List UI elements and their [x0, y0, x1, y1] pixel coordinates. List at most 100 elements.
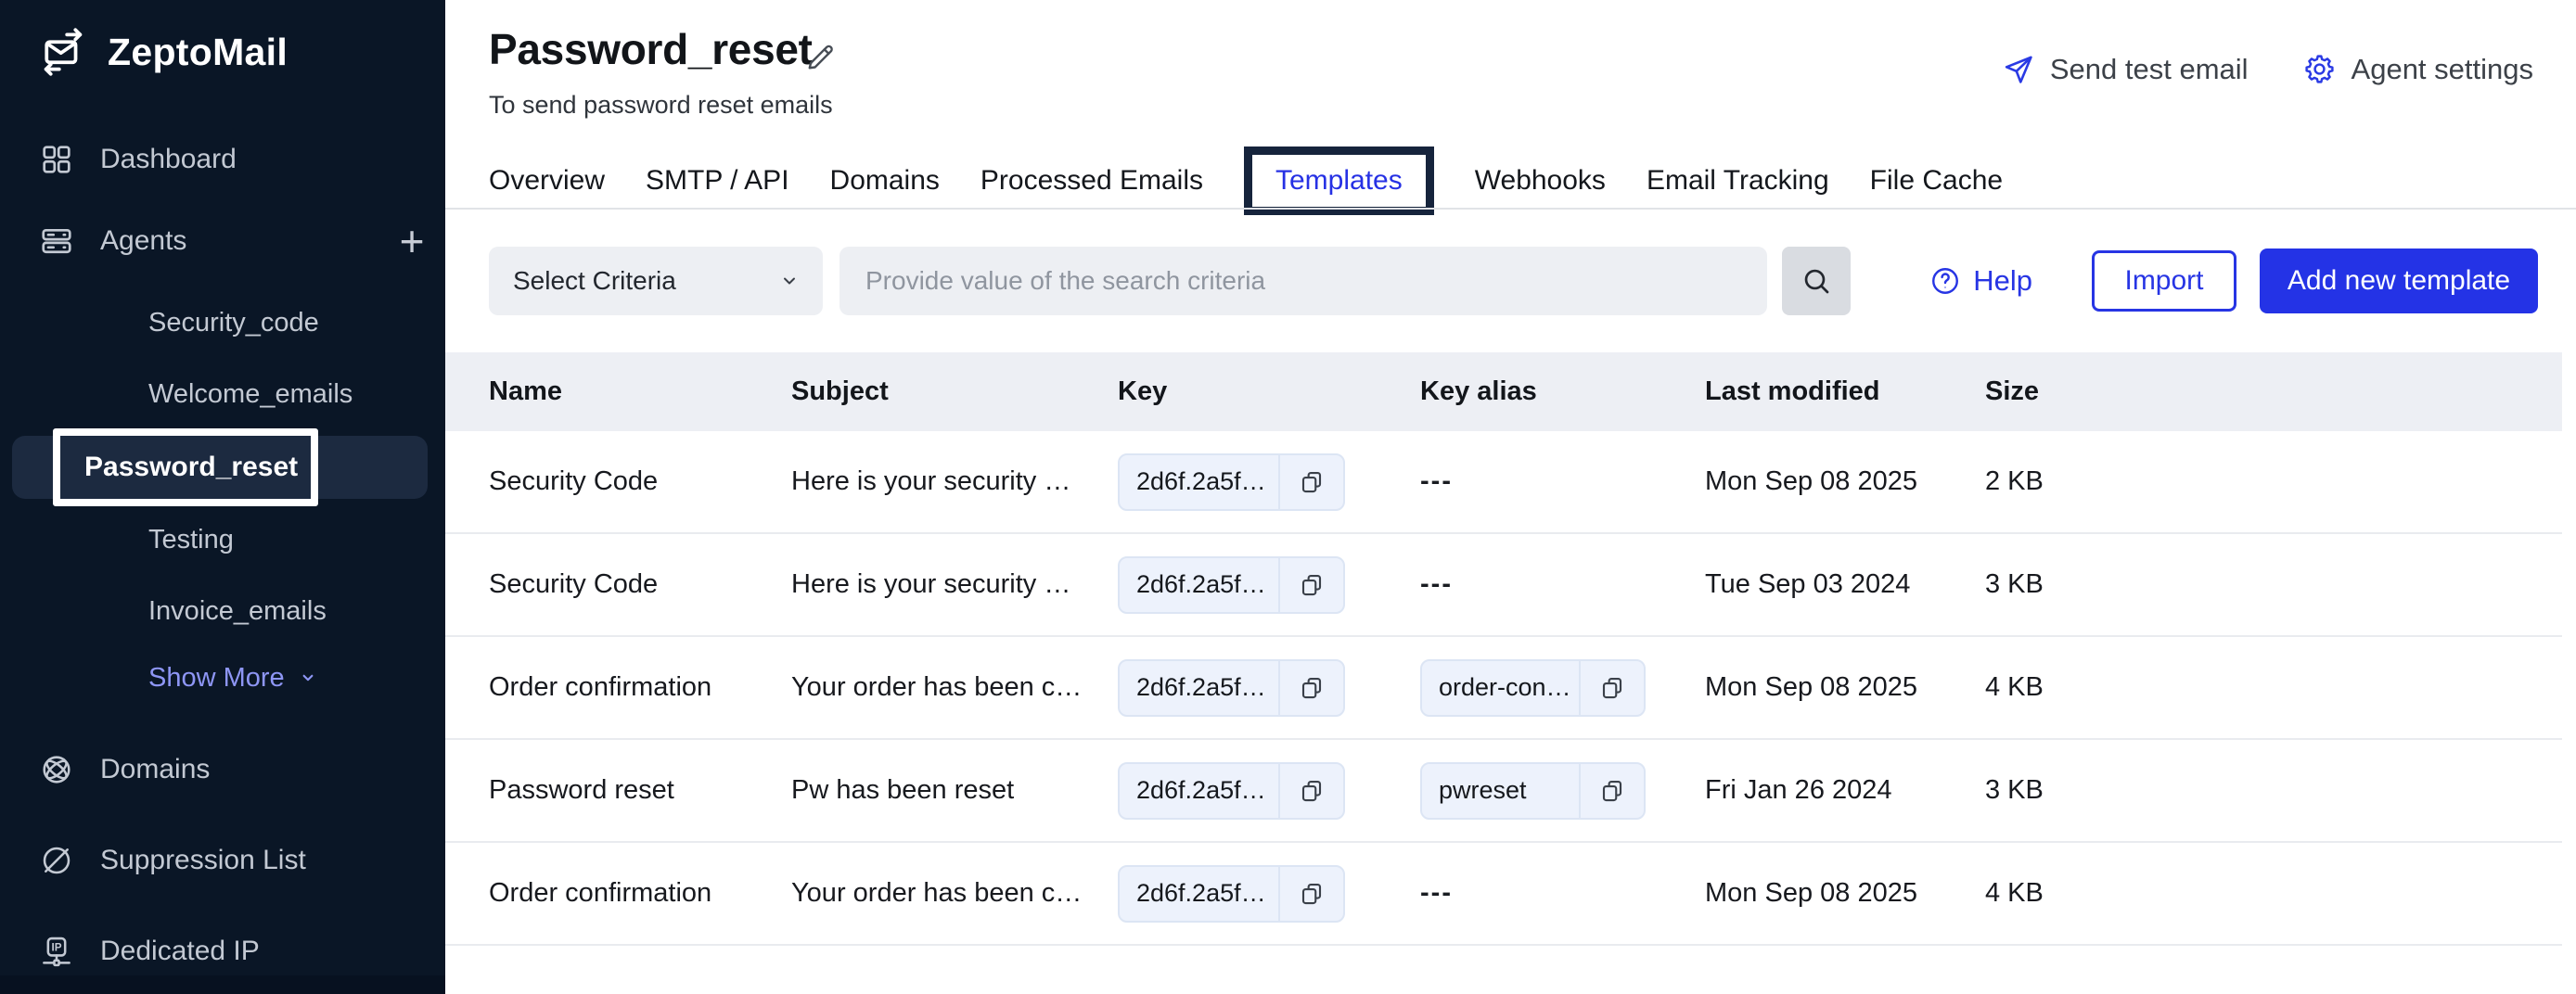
tab-overview[interactable]: Overview	[489, 165, 605, 197]
sidebar-item-domains[interactable]: Domains	[39, 742, 210, 797]
table-row[interactable]: Order confirmationYour order has been c……	[445, 843, 2562, 946]
search-input[interactable]	[839, 247, 1767, 315]
search-criteria-select[interactable]: Select Criteria	[489, 247, 823, 315]
search-button[interactable]	[1782, 247, 1851, 315]
chevron-down-icon	[778, 270, 801, 292]
sidebar-item-dashboard[interactable]: Dashboard	[39, 132, 237, 187]
header-actions: Send test email Agent settings	[2001, 52, 2533, 86]
page-title: Password_reset	[489, 24, 813, 74]
key-alias-chip: order-con…	[1420, 659, 1646, 717]
table-row[interactable]: Security CodeHere is your security … 2d6…	[445, 431, 2562, 534]
toolbar: Select Criteria Help Import Add new temp…	[489, 247, 2538, 315]
selection-annotation: Password_reset	[53, 428, 318, 506]
sidebar-agent-password-reset[interactable]: Password_reset	[12, 436, 428, 499]
key-value: order-con…	[1422, 673, 1579, 702]
dedicated-ip-icon: IP	[39, 934, 74, 969]
tabs: Overview SMTP / API Domains Processed Email…	[489, 147, 2003, 215]
template-key-chip: 2d6f.2a5f…	[1118, 659, 1345, 717]
cell-name: Password reset	[445, 775, 791, 806]
empty-alias-value: ---	[1420, 466, 1453, 496]
sidebar-item-agents[interactable]: Agents	[39, 213, 186, 269]
show-more-toggle[interactable]: Show More	[148, 652, 320, 704]
app-title: ZeptoMail	[108, 31, 288, 74]
cell-key-alias: pwreset	[1420, 762, 1705, 820]
copy-icon-button[interactable]	[1280, 661, 1343, 715]
tab-processed-emails[interactable]: Processed Emails	[980, 165, 1203, 197]
cell-subject: Here is your security …	[791, 569, 1118, 600]
cell-size: 3 KB	[1985, 569, 2562, 600]
sidebar-agent-security-code[interactable]: Security_code	[148, 297, 319, 349]
globe-icon	[39, 752, 74, 787]
template-key-chip: 2d6f.2a5f…	[1118, 865, 1345, 923]
help-link[interactable]: Help	[1929, 264, 2032, 298]
zeptomail-logo-icon	[37, 26, 89, 78]
column-header-subject: Subject	[791, 376, 1118, 407]
add-agent-button[interactable]: +	[386, 215, 438, 267]
template-key-chip: 2d6f.2a5f…	[1118, 453, 1345, 511]
sidebar-agent-testing[interactable]: Testing	[148, 514, 234, 566]
table-row[interactable]: Password resetPw has been reset 2d6f.2a5…	[445, 740, 2562, 843]
sidebar-item-label: Password_reset	[84, 452, 298, 483]
cell-last-modified: Mon Sep 08 2025	[1705, 672, 1985, 703]
cell-subject: Your order has been c…	[791, 672, 1118, 703]
cell-subject: Pw has been reset	[791, 775, 1118, 806]
table-row[interactable]: Security CodeHere is your security … 2d6…	[445, 534, 2562, 637]
edit-title-button[interactable]	[803, 39, 840, 76]
column-header-last-modified: Last modified	[1705, 376, 1985, 407]
copy-icon-button[interactable]	[1581, 661, 1644, 715]
column-header-name: Name	[445, 376, 791, 407]
key-value: 2d6f.2a5f…	[1120, 570, 1278, 599]
copy-icon-button[interactable]	[1280, 764, 1343, 818]
import-button[interactable]: Import	[2092, 250, 2236, 312]
paper-plane-icon	[2001, 52, 2035, 86]
copy-icon-button[interactable]	[1581, 764, 1644, 818]
chevron-down-icon	[296, 666, 320, 690]
cell-key: 2d6f.2a5f…	[1118, 762, 1420, 820]
add-new-template-button[interactable]: Add new template	[2260, 248, 2538, 313]
svg-text:IP: IP	[51, 941, 61, 953]
sidebar-item-label: Agents	[100, 225, 186, 257]
agent-settings-button[interactable]: Agent settings	[2302, 52, 2533, 86]
dashboard-icon	[39, 142, 74, 177]
sidebar-agent-invoice-emails[interactable]: Invoice_emails	[148, 585, 327, 637]
tab-templates[interactable]: Templates	[1275, 165, 1403, 197]
copy-icon	[1298, 880, 1326, 908]
copy-icon	[1298, 777, 1326, 805]
sidebar-agent-welcome-emails[interactable]: Welcome_emails	[148, 368, 352, 420]
tab-domains[interactable]: Domains	[830, 165, 940, 197]
table-row[interactable]: Order confirmationYour order has been c……	[445, 637, 2562, 740]
agents-icon	[39, 223, 74, 259]
tab-file-cache[interactable]: File Cache	[1870, 165, 2003, 197]
cell-last-modified: Mon Sep 08 2025	[1705, 466, 1985, 497]
key-value: 2d6f.2a5f…	[1120, 467, 1278, 496]
copy-icon-button[interactable]	[1280, 558, 1343, 612]
copy-icon	[1598, 777, 1626, 805]
copy-icon-button[interactable]	[1280, 455, 1343, 509]
sidebar-item-dedicated-ip[interactable]: IP Dedicated IP	[39, 924, 260, 979]
column-header-key: Key	[1118, 376, 1420, 407]
copy-icon	[1298, 674, 1326, 702]
empty-alias-value: ---	[1420, 878, 1453, 908]
gear-icon	[2302, 52, 2337, 86]
tab-webhooks[interactable]: Webhooks	[1475, 165, 1606, 197]
cell-subject: Your order has been c…	[791, 878, 1118, 909]
cell-key: 2d6f.2a5f…	[1118, 865, 1420, 923]
app-logo[interactable]: ZeptoMail	[37, 26, 288, 78]
key-value: 2d6f.2a5f…	[1120, 673, 1278, 702]
cell-size: 4 KB	[1985, 672, 2562, 703]
send-test-email-button[interactable]: Send test email	[2001, 52, 2249, 86]
show-more-label: Show More	[148, 663, 285, 694]
key-value: 2d6f.2a5f…	[1120, 879, 1278, 908]
sidebar-bottom-strip	[0, 975, 445, 994]
cell-key-alias: ---	[1420, 569, 1705, 600]
sidebar-item-label: Dedicated IP	[100, 936, 260, 967]
active-tab-annotation: Templates	[1244, 147, 1434, 215]
tab-smtp-api[interactable]: SMTP / API	[646, 165, 789, 197]
copy-icon-button[interactable]	[1280, 867, 1343, 921]
key-alias-chip: pwreset	[1420, 762, 1646, 820]
sidebar-item-suppression-list[interactable]: Suppression List	[39, 833, 306, 888]
search-icon	[1800, 264, 1833, 298]
table-body: Security CodeHere is your security … 2d6…	[445, 431, 2562, 946]
cell-name: Order confirmation	[445, 672, 791, 703]
tab-email-tracking[interactable]: Email Tracking	[1647, 165, 1829, 197]
